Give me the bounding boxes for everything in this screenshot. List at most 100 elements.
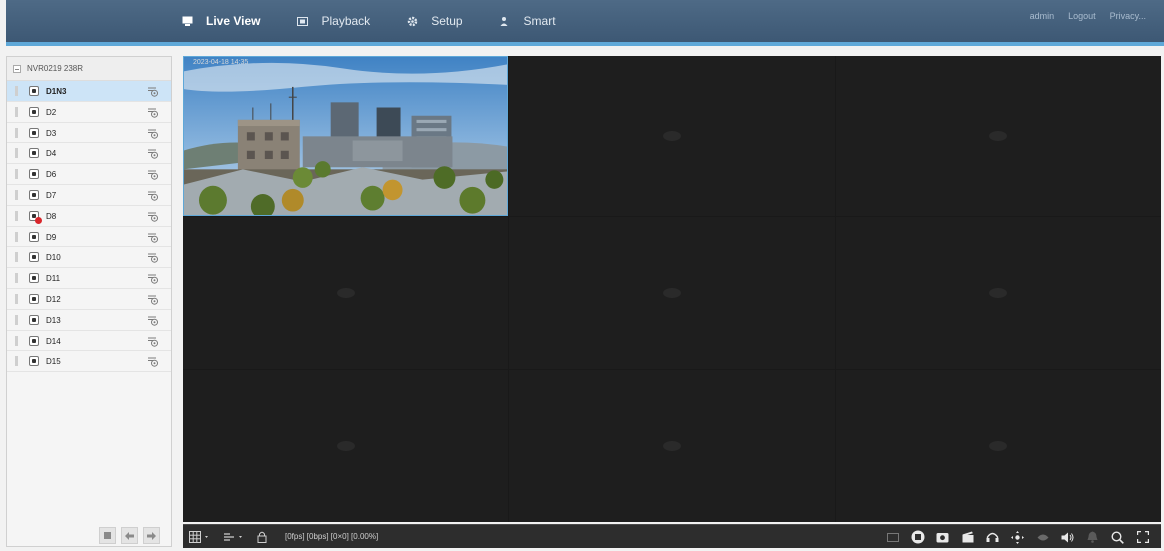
channel-status-bar [15,335,18,346]
fisheye-button[interactable] [1030,525,1055,549]
device-tree-root[interactable]: NVR0219 238R [7,57,171,81]
ptz-button[interactable] [1005,525,1030,549]
channel-record-icon[interactable] [147,315,159,326]
channel-row[interactable]: D9 [7,227,171,248]
channel-record-icon[interactable] [147,128,159,139]
stream-select-button[interactable] [217,525,251,549]
channel-record-icon[interactable] [147,169,159,180]
video-window-9[interactable] [835,369,1161,522]
channel-row[interactable]: D14 [7,331,171,352]
channel-record-icon[interactable] [147,148,159,160]
channel-row[interactable]: D10 [7,247,171,269]
channel-record-icon[interactable] [147,336,159,347]
alarm-output-button[interactable] [1080,525,1105,549]
channel-list: D1N3 D2 D3 D4 D6 D7 D8 D9 D10 D11 D12 D13 D14 D15 [7,81,171,373]
snapshot-button[interactable] [930,525,955,549]
channel-status-bar [15,169,18,180]
lock-icon [257,531,267,543]
channel-record-icon[interactable] [147,190,159,201]
channel-name: D12 [46,294,61,304]
channel-name: D10 [46,253,61,263]
channel-row[interactable]: D2 [7,102,171,123]
camera-icon [29,169,39,180]
channel-status-bar [15,148,18,159]
channel-record-icon[interactable] [147,107,159,118]
video-window-6[interactable] [835,216,1161,369]
channel-row[interactable]: D12 [7,289,171,310]
nav-setup[interactable]: Setup [406,14,463,28]
camera-icon [29,273,39,284]
channel-status-bar [15,189,18,200]
layout-select-button[interactable] [183,525,217,549]
collapse-icon[interactable] [13,64,21,73]
channel-record-icon[interactable] [147,232,159,243]
zoom-in-icon [1111,530,1124,544]
film-icon [296,15,308,27]
channel-name: D11 [46,274,61,284]
channel-row[interactable]: D1N3 [7,81,171,102]
audio-talk-button[interactable] [980,525,1005,549]
channel-status-bar [15,293,18,304]
nav-playback[interactable]: Playback [296,14,370,28]
channel-status-bar [15,86,18,96]
camera-icon [29,293,39,304]
no-video-logo [662,287,681,298]
channel-row[interactable]: D7 [7,185,171,206]
no-video-logo [662,130,681,141]
nav-live-view[interactable]: Live View [181,14,260,28]
channel-name: D13 [46,315,61,325]
stop-all-button[interactable] [99,527,116,544]
channel-row[interactable]: D6 [7,164,171,185]
image-adjust-icon [886,532,899,542]
channel-row[interactable]: D15 [7,351,171,373]
zoom-button[interactable] [1105,525,1130,549]
channel-record-icon[interactable] [147,356,159,368]
previous-page-button[interactable] [121,527,138,544]
channel-row[interactable]: D13 [7,310,171,331]
channel-name: D14 [46,336,61,346]
video-window-5[interactable] [509,216,835,369]
channel-status-bar [15,314,18,325]
video-window-8[interactable] [509,369,835,522]
channel-row[interactable]: D3 [7,123,171,144]
fullscreen-button[interactable] [1130,525,1155,549]
channel-record-icon[interactable] [147,273,159,284]
fullscreen-icon [1136,531,1149,543]
speaker-icon [1061,532,1074,542]
channel-name: D3 [46,128,57,138]
channel-record-icon[interactable] [147,252,159,264]
camera-icon [29,127,39,138]
bell-icon [1087,531,1098,543]
device-name: NVR0219 238R [27,64,84,73]
channel-status-bar [15,273,18,284]
lock-button[interactable] [251,525,273,549]
user-link-admin[interactable]: admin [1030,11,1055,21]
privacy-link[interactable]: Privacy... [1110,11,1146,21]
volume-button[interactable] [1055,525,1080,549]
logout-link[interactable]: Logout [1068,11,1096,21]
video-window-7[interactable] [183,369,509,522]
channel-row[interactable]: D4 [7,143,171,165]
stop-preview-button[interactable] [905,525,930,549]
channel-name: D8 [46,211,57,221]
channel-row[interactable]: D8 [7,206,171,227]
top-navigation-bar: Live View Playback Setup Smart admin Log… [6,0,1164,46]
local-record-button[interactable] [955,525,980,549]
video-window-1[interactable]: 2023-04-18 14:35 [183,56,509,219]
camera-icon [29,86,39,96]
channel-record-icon[interactable] [147,86,159,97]
channel-record-icon[interactable] [147,211,159,222]
video-window-2[interactable] [509,56,835,216]
nav-smart[interactable]: Smart [499,14,556,28]
video-window-3[interactable] [835,56,1161,216]
next-page-button[interactable] [143,527,160,544]
no-video-logo [336,440,355,451]
video-window-4[interactable] [183,216,509,369]
image-adjust-button[interactable] [880,525,905,549]
channel-status-bar [15,106,18,117]
channel-row[interactable]: D11 [7,268,171,289]
video-osd-timestamp: 2023-04-18 14:35 [193,59,249,66]
channel-record-icon[interactable] [147,294,159,305]
clapperboard-icon [962,531,973,543]
camera-icon [29,106,39,117]
